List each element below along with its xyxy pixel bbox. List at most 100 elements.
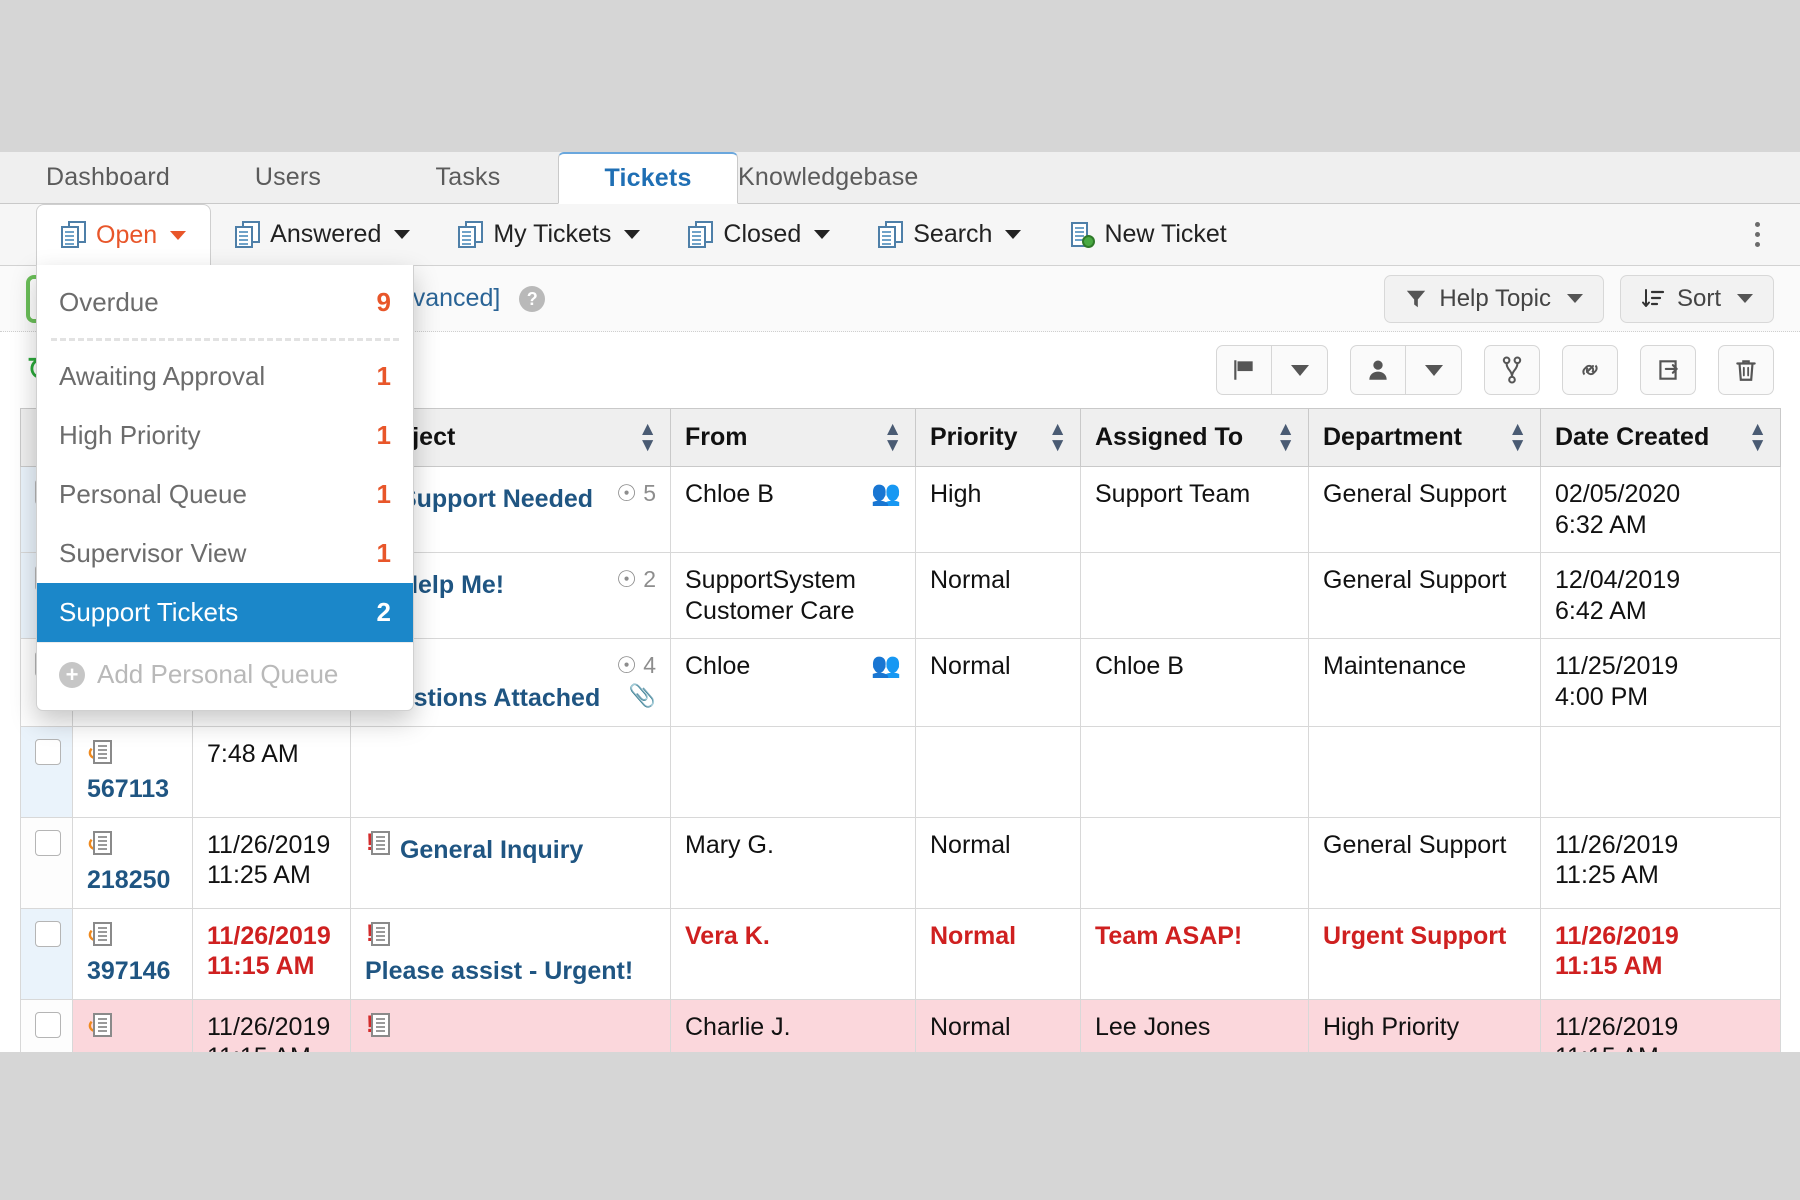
assign-dropdown-button[interactable] — [1406, 345, 1462, 395]
add-personal-queue-button[interactable]: + Add Personal Queue — [37, 642, 413, 710]
flag-icon — [1231, 357, 1257, 383]
subject-cell[interactable]: ! Please assist - Urgent! — [351, 908, 671, 999]
dropdown-item-overdue[interactable]: Overdue 9 — [37, 273, 413, 332]
dropdown-item-personal-queue[interactable]: Personal Queue 1 — [37, 465, 413, 524]
subject-cell[interactable]: ! General Inquiry — [351, 817, 671, 908]
queue-my-tickets[interactable]: My Tickets — [434, 204, 664, 265]
flag-button[interactable] — [1216, 345, 1272, 395]
sort-arrows-icon[interactable] — [1048, 422, 1066, 452]
time-value: 11:15 AM — [1555, 952, 1662, 980]
row-checkbox[interactable] — [35, 739, 61, 765]
tab-tickets[interactable]: Tickets — [558, 152, 738, 204]
tab-tasks[interactable]: Tasks — [378, 152, 558, 203]
row-checkbox[interactable] — [35, 921, 61, 947]
transfer-button[interactable] — [1640, 345, 1696, 395]
attachment-icon: 📎 — [629, 683, 656, 710]
time-value: 6:42 AM — [1555, 597, 1647, 625]
plus-circle-icon: + — [59, 662, 85, 688]
department-value: General Support — [1323, 831, 1506, 859]
row-checkbox-cell[interactable] — [21, 908, 73, 999]
queue-toolbar: Open Answered My Tickets Closed Search N… — [0, 204, 1800, 266]
department-cell: General Support — [1309, 467, 1541, 553]
sort-arrows-icon[interactable] — [1748, 422, 1766, 452]
priority-cell: Normal — [916, 817, 1081, 908]
subject-link[interactable]: Account Issue 987654 — [365, 1048, 626, 1052]
ticket-number-cell[interactable]: ↺ 397146 — [73, 908, 193, 999]
row-checkbox-cell[interactable] — [21, 726, 73, 817]
last-updated-cell: 7:48 AM — [193, 726, 351, 817]
row-checkbox-cell[interactable] — [21, 817, 73, 908]
queue-answered[interactable]: Answered — [211, 204, 434, 265]
flag-dropdown-button[interactable] — [1272, 345, 1328, 395]
column-header-date-created[interactable]: Date Created — [1541, 409, 1781, 467]
header-label: From — [685, 423, 748, 452]
department-value: Maintenance — [1323, 652, 1466, 680]
ticket-number-cell[interactable]: ↺ 268567 — [73, 999, 193, 1052]
kebab-dot — [1755, 232, 1760, 237]
ticket-number[interactable]: 397146 — [87, 957, 170, 985]
sort-arrows-icon[interactable] — [883, 422, 901, 452]
date-created-cell: 11/25/20194:00 PM — [1541, 639, 1781, 727]
tab-label: Tasks — [436, 163, 501, 192]
row-checkbox[interactable] — [35, 1012, 61, 1038]
ticket-number[interactable]: 218250 — [87, 866, 170, 894]
subject-link[interactable]: Please assist - Urgent! — [365, 957, 633, 985]
from-cell: Mary G. — [671, 817, 916, 908]
tab-users[interactable]: Users — [198, 152, 378, 203]
queue-closed[interactable]: Closed — [664, 204, 854, 265]
ticket-number-cell[interactable]: ↺ 218250 — [73, 817, 193, 908]
column-header-assigned-to[interactable]: Assigned To — [1081, 409, 1309, 467]
dropdown-divider — [51, 338, 399, 341]
ticket-number[interactable]: 567113 — [87, 775, 169, 803]
stacked-pages-icon — [235, 221, 261, 249]
ticket-document-icon: ↺ — [87, 1012, 115, 1040]
column-header-priority[interactable]: Priority — [916, 409, 1081, 467]
subject-link[interactable]: General Inquiry — [400, 836, 583, 864]
department-value: General Support — [1323, 566, 1506, 594]
ticket-number[interactable]: 268567 — [87, 1048, 170, 1052]
table-row[interactable]: ↺ 218250 11/26/201911:25 AM ! General In… — [21, 817, 1781, 908]
column-header-department[interactable]: Department — [1309, 409, 1541, 467]
ticket-number-cell[interactable]: ↺ 567113 — [73, 726, 193, 817]
ticket-document-icon: ↺ — [87, 921, 115, 949]
tab-dashboard[interactable]: Dashboard — [18, 152, 198, 203]
sort-arrows-icon[interactable] — [638, 422, 656, 452]
dropdown-item-supervisor-view[interactable]: Supervisor View 1 — [37, 524, 413, 583]
table-row[interactable]: ↺ 567113 7:48 AM — [21, 726, 1781, 817]
dropdown-item-high-priority[interactable]: High Priority 1 — [37, 406, 413, 465]
queue-search[interactable]: Search — [854, 204, 1045, 265]
column-header-from[interactable]: From — [671, 409, 916, 467]
dropdown-item-count: 1 — [377, 361, 391, 392]
subject-cell[interactable] — [351, 726, 671, 817]
department-cell: General Support — [1309, 817, 1541, 908]
priority-value: Normal — [930, 652, 1011, 680]
sort-arrows-icon[interactable] — [1508, 422, 1526, 452]
thread-count-value: 2 — [643, 566, 656, 592]
subject-link[interactable]: Support Needed — [400, 485, 593, 513]
tab-knowledgebase[interactable]: Knowledgebase — [738, 152, 919, 203]
merge-button[interactable] — [1484, 345, 1540, 395]
queue-open[interactable]: Open — [36, 204, 211, 266]
row-checkbox-cell[interactable] — [21, 999, 73, 1052]
link-button[interactable] — [1562, 345, 1618, 395]
dropdown-item-support-tickets[interactable]: Support Tickets 2 — [37, 583, 413, 642]
assign-button[interactable] — [1350, 345, 1406, 395]
overflow-menu-button[interactable] — [1740, 204, 1774, 265]
help-circle-icon[interactable]: ? — [519, 286, 545, 312]
date-value: 11/26/2019 — [1555, 922, 1679, 950]
table-row[interactable]: ↺ 397146 11/26/201911:15 AM ! Please ass… — [21, 908, 1781, 999]
subject-cell[interactable]: ! Account Issue 987654 — [351, 999, 671, 1052]
help-topic-filter-button[interactable]: Help Topic — [1384, 275, 1604, 323]
subject-link[interactable]: Help Me! — [400, 571, 504, 599]
delete-button[interactable] — [1718, 345, 1774, 395]
dropdown-item-awaiting-approval[interactable]: Awaiting Approval 1 — [37, 347, 413, 406]
header-label: Date Created — [1555, 423, 1709, 452]
from-cell: Vera K. — [671, 908, 916, 999]
stacked-pages-icon — [688, 221, 714, 249]
table-row[interactable]: ↺ 268567 11/26/201911:15 AM ! Account Is… — [21, 999, 1781, 1052]
row-checkbox[interactable] — [35, 830, 61, 856]
new-ticket-button[interactable]: New Ticket — [1045, 204, 1250, 265]
sort-arrows-icon[interactable] — [1276, 422, 1294, 452]
sort-button[interactable]: Sort — [1620, 275, 1774, 323]
dropdown-item-count: 1 — [377, 538, 391, 569]
